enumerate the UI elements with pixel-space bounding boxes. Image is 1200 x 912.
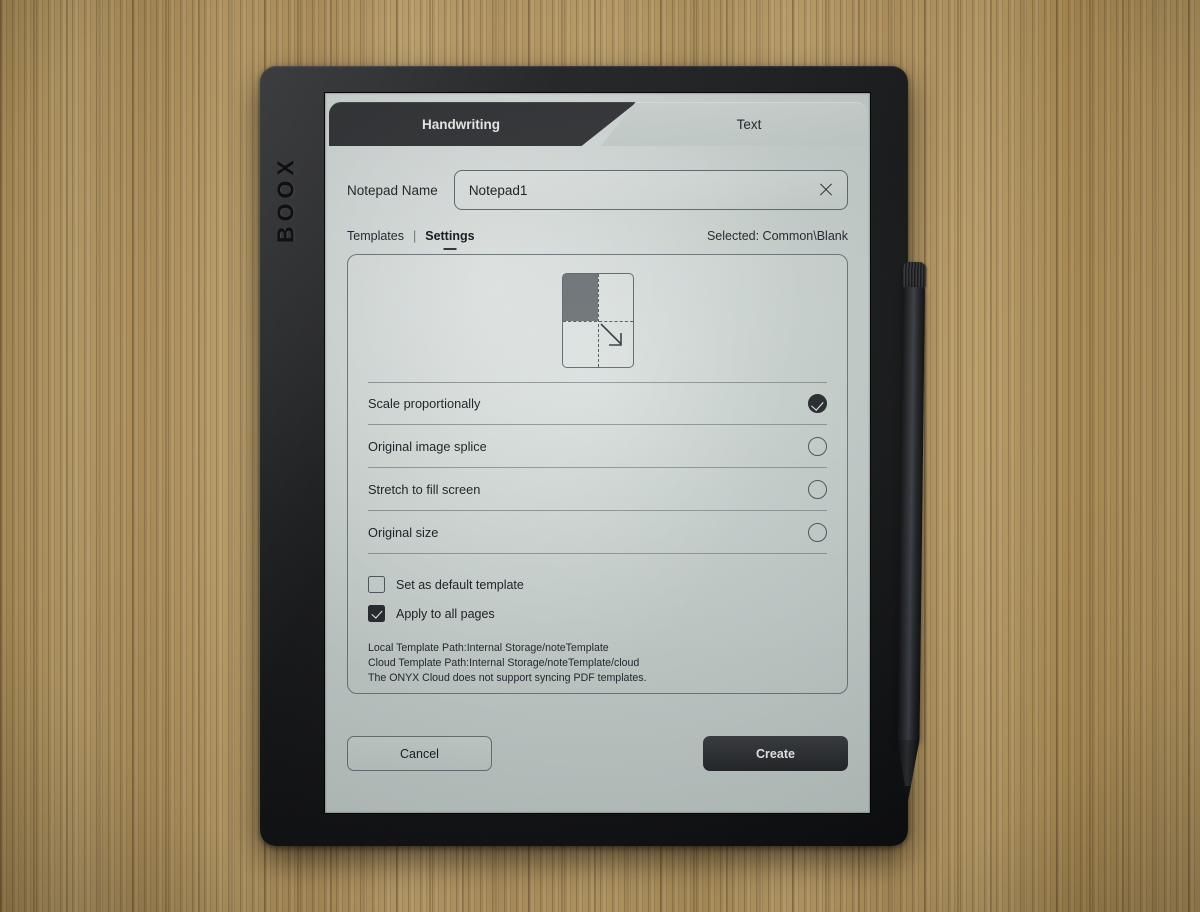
dialog-footer: Cancel Create xyxy=(347,736,848,771)
settings-panel: Scale proportionally Original image spli… xyxy=(347,254,848,694)
option-label: Stretch to fill screen xyxy=(368,481,481,497)
option-label: Scale proportionally xyxy=(368,396,481,411)
stylus-taper xyxy=(897,740,920,788)
boox-ereader-device: BOOX Handwriting Text Notepad Name Notep… xyxy=(260,66,908,846)
selected-template-label: Selected: Common\Blank xyxy=(706,229,848,243)
checkbox-set-as-default-template[interactable] xyxy=(368,576,385,593)
scale-proportionally-preview-icon xyxy=(561,273,634,368)
nav-settings[interactable]: Settings xyxy=(425,229,474,243)
option-label: Original size xyxy=(368,524,439,540)
nav-templates[interactable]: Templates xyxy=(347,229,404,243)
preview-filled-quadrant xyxy=(562,274,598,321)
option-row-original-image-splice[interactable]: Original image splice xyxy=(368,425,827,468)
tab-bar: Handwriting Text xyxy=(329,102,867,146)
radio-scale-proportionally[interactable] xyxy=(808,394,827,413)
create-button[interactable]: Create xyxy=(703,736,848,771)
eink-screen: Handwriting Text Notepad Name Notepad1 T… xyxy=(325,93,870,813)
tab-handwriting[interactable]: Handwriting xyxy=(329,102,637,146)
checkbox-group: Set as default template Apply to all pag… xyxy=(368,570,827,628)
resize-arrow-icon xyxy=(599,322,622,346)
checkbox-row-set-as-default-template[interactable]: Set as default template xyxy=(368,570,827,599)
stylus-body xyxy=(897,286,926,743)
radio-original-size[interactable] xyxy=(808,522,827,542)
checkbox-row-apply-to-all-pages[interactable]: Apply to all pages xyxy=(368,599,827,628)
local-template-path: Local Template Path:Internal Storage/not… xyxy=(368,642,609,654)
tab-handwriting-label: Handwriting xyxy=(422,116,500,132)
scaling-options-list: Scale proportionally Original image spli… xyxy=(368,382,827,554)
notepad-name-value: Notepad1 xyxy=(468,182,528,198)
radio-stretch-to-fill-screen[interactable] xyxy=(808,479,827,499)
checkbox-label: Set as default template xyxy=(396,577,524,592)
checkbox-label: Apply to all pages xyxy=(396,606,495,621)
close-icon[interactable] xyxy=(817,181,835,199)
tab-text[interactable]: Text xyxy=(601,102,867,146)
desk-background: BOOX Handwriting Text Notepad Name Notep… xyxy=(0,0,1200,912)
cloud-sync-note: The ONYX Cloud does not support syncing … xyxy=(368,672,647,685)
notepad-name-label: Notepad Name xyxy=(347,182,438,198)
nav-divider: | xyxy=(412,229,417,243)
sub-navigation: Templates | Settings Selected: Common\Bl… xyxy=(347,229,848,250)
stylus-tip xyxy=(905,786,911,802)
template-preview-wrapper xyxy=(368,267,827,368)
notepad-name-input[interactable]: Notepad1 xyxy=(453,170,848,210)
template-path-notes: Local Template Path:Internal Storage/not… xyxy=(368,641,827,686)
tab-text-label: Text xyxy=(736,117,762,132)
radio-original-image-splice[interactable] xyxy=(808,436,827,456)
create-button-label: Create xyxy=(756,746,795,761)
checkbox-apply-to-all-pages[interactable] xyxy=(368,605,385,622)
option-row-original-size[interactable]: Original size xyxy=(368,511,827,554)
notepad-name-row: Notepad Name Notepad1 xyxy=(347,170,848,210)
boox-logo: BOOX xyxy=(272,155,299,243)
stylus-cap xyxy=(902,261,927,289)
nav-settings-wrapper: Settings xyxy=(425,229,475,250)
stylus-pen xyxy=(895,261,928,805)
option-label: Original image splice xyxy=(368,438,487,454)
active-tab-underline xyxy=(443,248,457,250)
cancel-button[interactable]: Cancel xyxy=(347,736,492,771)
option-row-scale-proportionally[interactable]: Scale proportionally xyxy=(368,382,827,425)
option-row-stretch-to-fill-screen[interactable]: Stretch to fill screen xyxy=(368,468,827,511)
cancel-button-label: Cancel xyxy=(400,746,439,761)
cloud-template-path: Cloud Template Path:Internal Storage/not… xyxy=(368,657,640,670)
